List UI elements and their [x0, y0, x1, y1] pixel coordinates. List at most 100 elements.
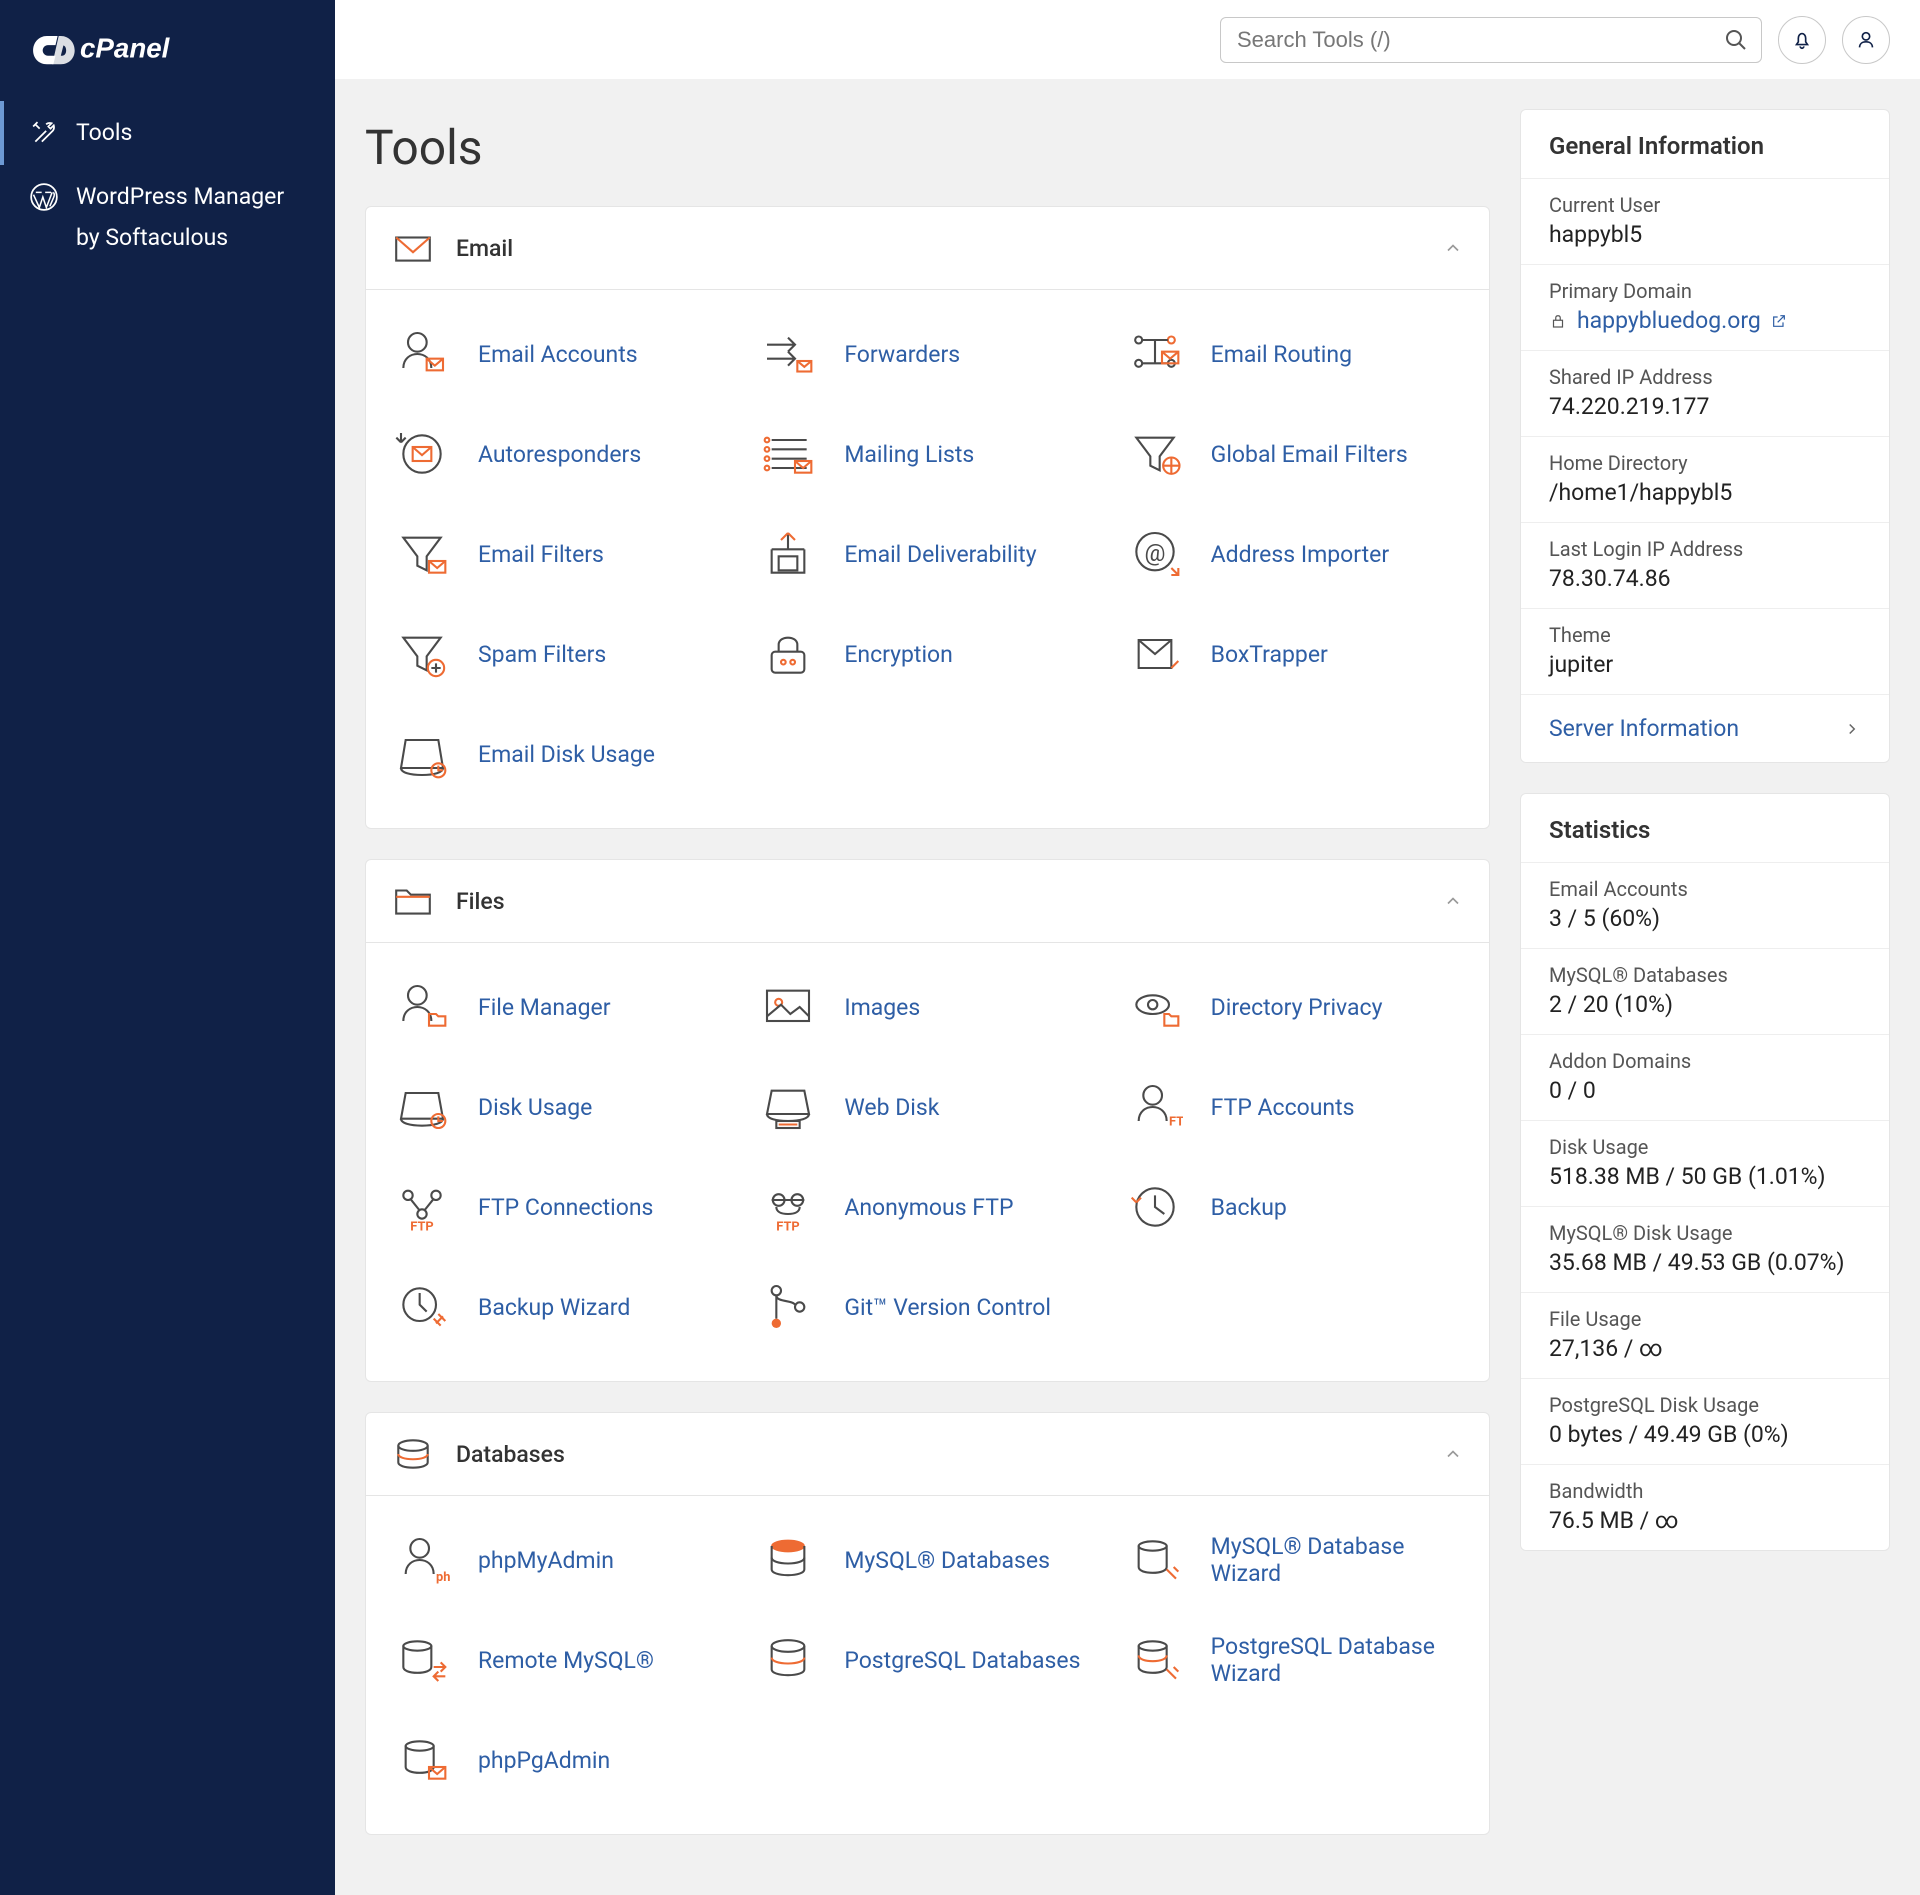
tool-label: Forwarders	[844, 341, 960, 368]
database-section-icon	[392, 1433, 434, 1475]
tool-email-accounts[interactable]: Email Accounts	[378, 304, 744, 404]
stat-label: MySQL® Databases	[1549, 963, 1861, 987]
info-label: Shared IP Address	[1549, 365, 1861, 389]
stat-label: MySQL® Disk Usage	[1549, 1221, 1861, 1245]
tool-git-version-control[interactable]: Git™ Version Control	[744, 1257, 1110, 1357]
tool-label: Address Importer	[1211, 541, 1390, 568]
panel-email-header[interactable]: Email	[366, 207, 1489, 290]
panel-files: Files File Manager Images Directory Privac…	[365, 859, 1490, 1382]
info-primary-domain: Primary Domain happybluedog.org	[1521, 264, 1889, 350]
info-value: 74.220.219.177	[1549, 393, 1861, 420]
tool-label: File Manager	[478, 994, 611, 1021]
chevron-right-icon	[1843, 720, 1861, 738]
tool-phpmyadmin[interactable]: phpphpMyAdmin	[378, 1510, 744, 1610]
info-label: Primary Domain	[1549, 279, 1861, 303]
tool-email-deliverability[interactable]: Email Deliverability	[744, 504, 1110, 604]
mysql-wizard-icon	[1125, 1530, 1185, 1590]
panel-files-title: Files	[456, 888, 505, 915]
tool-disk-usage[interactable]: Disk Usage	[378, 1057, 744, 1157]
search-icon	[1724, 28, 1748, 52]
tool-autoresponders[interactable]: Autoresponders	[378, 404, 744, 504]
tool-images[interactable]: Images	[744, 957, 1110, 1057]
tool-mysql-database-wizard[interactable]: MySQL® Database Wizard	[1111, 1510, 1477, 1610]
autoresponders-icon	[392, 424, 452, 484]
tools-icon	[30, 119, 58, 147]
web-disk-icon	[758, 1077, 818, 1137]
stat-label: Bandwidth	[1549, 1479, 1861, 1503]
email-section-icon	[392, 227, 434, 269]
tool-phppgadmin[interactable]: phpPgAdmin	[378, 1710, 744, 1810]
boxtrapper-icon	[1125, 624, 1185, 684]
stat-mysql-disk-usage: MySQL® Disk Usage 35.68 MB / 49.53 GB (0.…	[1521, 1206, 1889, 1292]
panel-databases-header[interactable]: Databases	[366, 1413, 1489, 1496]
phppgadmin-icon	[392, 1730, 452, 1790]
tool-anonymous-ftp[interactable]: FTPAnonymous FTP	[744, 1157, 1110, 1257]
stat-label: Addon Domains	[1549, 1049, 1861, 1073]
info-last-login-ip-address: Last Login IP Address78.30.74.86	[1521, 522, 1889, 608]
tool-backup-wizard[interactable]: Backup Wizard	[378, 1257, 744, 1357]
tool-email-filters[interactable]: Email Filters	[378, 504, 744, 604]
statistics-panel: Statistics Email Accounts3 / 5 (60%)MySQ…	[1520, 793, 1890, 1551]
search-input[interactable]	[1220, 17, 1762, 63]
tool-email-routing[interactable]: Email Routing	[1111, 304, 1477, 404]
tool-postgresql-databases[interactable]: PostgreSQL Databases	[744, 1610, 1110, 1710]
tool-web-disk[interactable]: Web Disk	[744, 1057, 1110, 1157]
tool-label: PostgreSQL Databases	[844, 1647, 1080, 1674]
primary-domain-link[interactable]: happybluedog.org	[1577, 307, 1761, 334]
general-info-title: General Information	[1521, 110, 1889, 178]
tool-email-disk-usage[interactable]: Email Disk Usage	[378, 704, 744, 804]
tool-mysql-databases[interactable]: MySQL® Databases	[744, 1510, 1110, 1610]
tool-label: phpPgAdmin	[478, 1747, 610, 1774]
encryption-icon	[758, 624, 818, 684]
info-home-directory: Home Directory/home1/happybl5	[1521, 436, 1889, 522]
tool-forwarders[interactable]: Forwarders	[744, 304, 1110, 404]
tool-postgresql-database-wizard[interactable]: PostgreSQL Database Wizard	[1111, 1610, 1477, 1710]
info-theme: Themejupiter	[1521, 608, 1889, 694]
mysql-databases-icon	[758, 1530, 818, 1590]
tool-label: FTP Accounts	[1211, 1094, 1355, 1121]
tool-file-manager[interactable]: File Manager	[378, 957, 744, 1057]
tool-address-importer[interactable]: @Address Importer	[1111, 504, 1477, 604]
tool-mailing-lists[interactable]: Mailing Lists	[744, 404, 1110, 504]
tool-remote-mysql[interactable]: Remote MySQL®	[378, 1610, 744, 1710]
notifications-button[interactable]	[1778, 16, 1826, 64]
tool-label: Anonymous FTP	[844, 1194, 1013, 1221]
tool-label: PostgreSQL Database Wizard	[1211, 1633, 1463, 1687]
images-icon	[758, 977, 818, 1037]
statistics-title: Statistics	[1521, 794, 1889, 862]
account-button[interactable]	[1842, 16, 1890, 64]
stat-label: File Usage	[1549, 1307, 1861, 1331]
remote-mysql-icon	[392, 1630, 452, 1690]
info-current-user: Current Userhappybl5	[1521, 178, 1889, 264]
tool-directory-privacy[interactable]: Directory Privacy	[1111, 957, 1477, 1057]
tool-label: Images	[844, 994, 920, 1021]
tool-label: MySQL® Database Wizard	[1211, 1533, 1463, 1587]
bell-icon	[1791, 29, 1813, 51]
tool-label: Email Disk Usage	[478, 741, 655, 768]
files-section-icon	[392, 880, 434, 922]
info-value: 78.30.74.86	[1549, 565, 1861, 592]
tool-global-email-filters[interactable]: Global Email Filters	[1111, 404, 1477, 504]
nav-tools[interactable]: Tools	[0, 101, 335, 165]
tool-backup[interactable]: Backup	[1111, 1157, 1477, 1257]
stat-value: 27,136 / ∞	[1549, 1335, 1861, 1362]
svg-text:php: php	[436, 1570, 450, 1585]
directory-privacy-icon	[1125, 977, 1185, 1037]
tool-label: Global Email Filters	[1211, 441, 1408, 468]
stat-file-usage: File Usage 27,136 / ∞	[1521, 1292, 1889, 1378]
tool-boxtrapper[interactable]: BoxTrapper	[1111, 604, 1477, 704]
tool-ftp-connections[interactable]: FTPFTP Connections	[378, 1157, 744, 1257]
stat-value: 35.68 MB / 49.53 GB (0.07%)	[1549, 1249, 1861, 1276]
chevron-up-icon	[1443, 1444, 1463, 1464]
tool-ftp-accounts[interactable]: FTPFTP Accounts	[1111, 1057, 1477, 1157]
email-disk-usage-icon	[392, 724, 452, 784]
search-button[interactable]	[1720, 24, 1752, 56]
panel-files-header[interactable]: Files	[366, 860, 1489, 943]
phpmyadmin-icon: php	[392, 1530, 452, 1590]
tool-encryption[interactable]: Encryption	[744, 604, 1110, 704]
spam-filters-icon	[392, 624, 452, 684]
tool-spam-filters[interactable]: Spam Filters	[378, 604, 744, 704]
stat-value: 518.38 MB / 50 GB (1.01%)	[1549, 1163, 1861, 1190]
server-information-link[interactable]: Server Information	[1521, 694, 1889, 762]
brand-logo[interactable]: cPanel	[0, 28, 335, 101]
